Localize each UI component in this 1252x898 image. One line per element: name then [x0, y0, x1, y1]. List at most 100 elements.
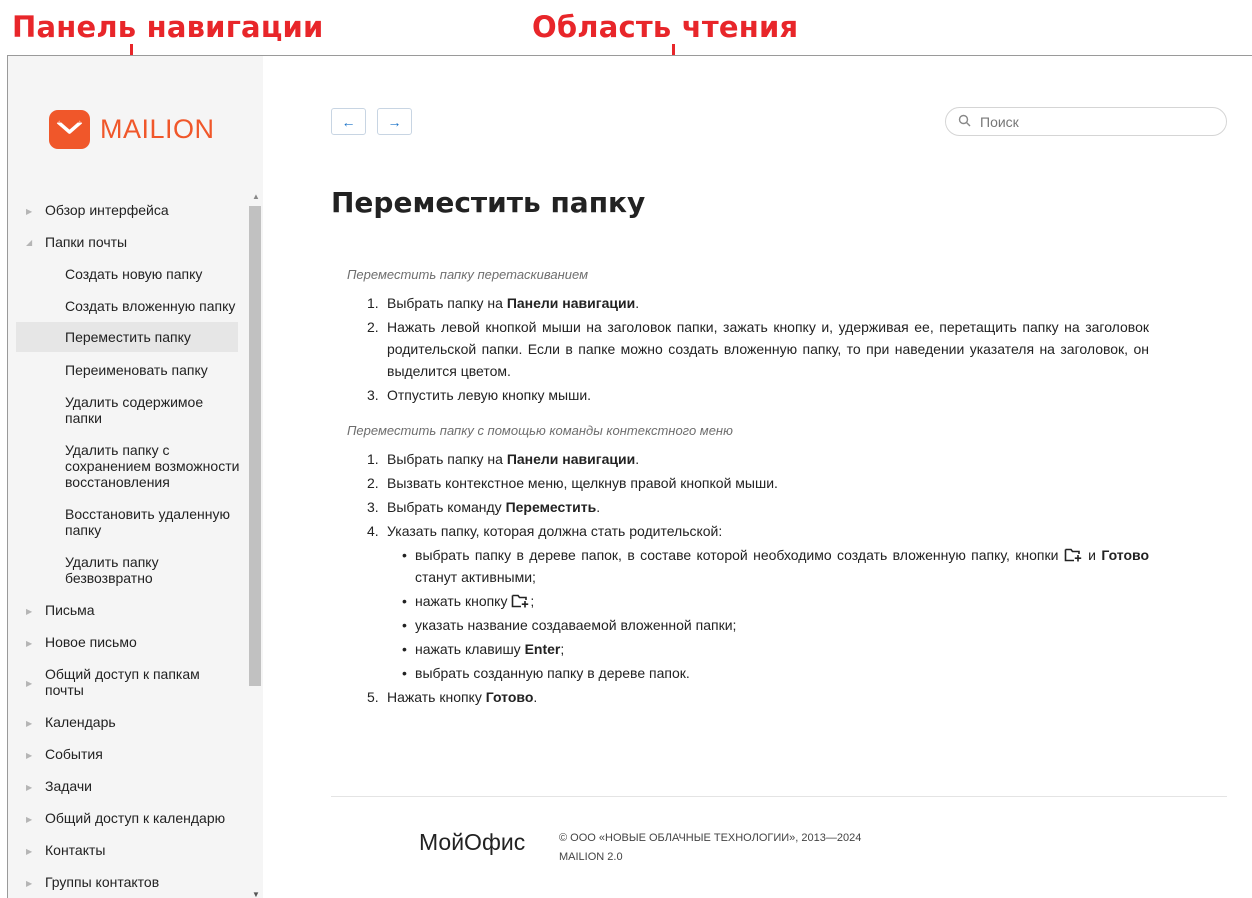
logo-text: MAILION	[100, 114, 215, 144]
nav-item-label: Удалить папку безвозвратно	[65, 554, 159, 586]
search-input[interactable]	[980, 112, 1210, 132]
search-box[interactable]	[945, 107, 1227, 136]
footer-brand-logo[interactable]: МойОфис	[419, 829, 525, 856]
caret-right-icon[interactable]: ▶	[26, 716, 32, 732]
nav-item-label: Календарь	[45, 714, 116, 730]
step-text: Отпустить левую кнопку мыши.	[387, 387, 592, 403]
footer-divider	[331, 796, 1227, 797]
scroll-down-icon[interactable]: ▼	[252, 890, 260, 898]
nav-item-new-letter[interactable]: ▶ Новое письмо	[8, 626, 248, 658]
nav-item-tasks[interactable]: ▶ Задачи	[8, 770, 248, 802]
forward-button[interactable]: →	[377, 108, 412, 135]
nav-item-create-folder[interactable]: Создать новую папку	[8, 258, 248, 290]
navigation-panel: MAILION ▶ Обзор интерфейса ◢ Папки почты…	[8, 56, 263, 898]
step-text: станут активными;	[415, 569, 536, 585]
nav-item-clear-folder[interactable]: Удалить содержимое папки	[8, 386, 248, 434]
nav-item-mail-folders[interactable]: ◢ Папки почты	[8, 226, 248, 258]
sub-list: выбрать папку в дереве папок, в составе …	[387, 544, 1149, 684]
nav-item-create-subfolder[interactable]: Создать вложенную папку	[8, 290, 248, 322]
caret-right-icon[interactable]: ▶	[26, 204, 32, 220]
list-item: 2. Нажать левой кнопкой мыши на заголово…	[347, 316, 1149, 382]
nav-item-label: Папки почты	[45, 234, 128, 250]
caret-right-icon[interactable]: ▶	[26, 780, 32, 796]
list-item: выбрать папку в дереве папок, в составе …	[387, 544, 1149, 588]
nav-item-contacts[interactable]: ▶ Контакты	[8, 834, 248, 866]
nav-item-label: Восстановить удаленную папку	[65, 506, 230, 538]
caret-right-icon[interactable]: ▶	[26, 748, 32, 764]
nav-item-restore-folder[interactable]: Восстановить удаленную папку	[8, 498, 248, 546]
copyright-text: © ООО «НОВЫЕ ОБЛАЧНЫЕ ТЕХНОЛОГИИ», 2013—…	[559, 832, 862, 844]
caret-right-icon[interactable]: ▶	[26, 636, 32, 652]
step-bold: Переместить	[505, 499, 597, 515]
step-bold: Готово	[1101, 547, 1149, 563]
envelope-icon	[49, 110, 90, 149]
nav-item-label: Контакты	[45, 842, 106, 858]
step-text: и	[1082, 547, 1102, 563]
nav-item-contact-groups[interactable]: ▶ Группы контактов	[8, 866, 248, 898]
list-item: 2. Вызвать контекстное меню, щелкнув пра…	[347, 472, 1149, 494]
step-text: .	[635, 451, 640, 467]
nav-item-calendar[interactable]: ▶ Календарь	[8, 706, 248, 738]
sidebar-scrollbar[interactable]: ▲ ▼	[249, 192, 261, 898]
nav-item-label: Общий доступ к папкам почты	[45, 666, 200, 698]
footer-copyright: © ООО «НОВЫЕ ОБЛАЧНЫЕ ТЕХНОЛОГИИ», 2013—…	[559, 829, 861, 867]
nav-item-letters[interactable]: ▶ Письма	[8, 594, 248, 626]
step-text: Выбрать папку на	[387, 451, 507, 467]
article-body: Переместить папку перетаскиванием 1. Выб…	[347, 264, 1149, 710]
step-text: .	[635, 295, 640, 311]
list-item: 3. Выбрать команду Переместить.	[347, 496, 1149, 518]
nav-item-interface-overview[interactable]: ▶ Обзор интерфейса	[8, 194, 248, 226]
nav-item-label: Удалить содержимое папки	[65, 394, 204, 426]
step-text: ;	[560, 641, 565, 657]
nav-item-events[interactable]: ▶ События	[8, 738, 248, 770]
steps-list: 1. Выбрать папку на Панели навигации. 2.…	[347, 448, 1149, 708]
list-item: нажать клавишу Enter;	[387, 638, 1149, 660]
nav-item-delete-recoverable[interactable]: Удалить папку с сохранением возможности …	[8, 434, 248, 498]
step-bold: Готово	[485, 689, 534, 705]
version-text: MAILION 2.0	[559, 851, 623, 863]
caret-right-icon[interactable]: ▶	[26, 876, 32, 892]
step-number: 3.	[367, 387, 379, 403]
search-icon	[958, 114, 971, 127]
step-text: Вызвать контекстное меню, щелкнув правой…	[387, 475, 778, 491]
nav-item-label: Письма	[45, 602, 95, 618]
mailion-logo[interactable]: MAILION	[49, 110, 215, 149]
nav-item-label: Задачи	[45, 778, 93, 794]
list-item: указать название создаваемой вложенной п…	[387, 614, 1149, 636]
step-text: Нажать левой кнопкой мыши на заголовок п…	[387, 319, 1149, 379]
nav-item-folder-sharing[interactable]: ▶ Общий доступ к папкам почты	[8, 658, 248, 706]
reading-area: ← → Переместить папку Переместить папку …	[263, 56, 1252, 898]
caret-right-icon[interactable]: ▶	[26, 676, 32, 692]
nav-item-label: Удалить папку с сохранением возможности …	[65, 442, 240, 490]
caret-right-icon[interactable]: ▶	[26, 844, 32, 860]
annotation-header: Панель навигации Область чтения	[0, 0, 1252, 88]
nav-item-label: Создать вложенную папку	[65, 298, 236, 314]
step-number: 4.	[367, 523, 379, 539]
list-item: 1. Выбрать папку на Панели навигации.	[347, 292, 1149, 314]
page-title: Переместить папку	[331, 186, 646, 219]
annotation-nav-label: Панель навигации	[12, 10, 324, 44]
nav-item-move-folder[interactable]: Переместить папку	[16, 322, 238, 352]
new-folder-icon	[1064, 548, 1082, 562]
step-text: Выбрать команду	[387, 499, 506, 515]
nav-item-delete-permanently[interactable]: Удалить папку безвозвратно	[8, 546, 248, 594]
nav-item-label: События	[45, 746, 103, 762]
scroll-up-icon[interactable]: ▲	[252, 192, 260, 201]
section-heading: Переместить папку перетаскиванием	[347, 267, 589, 282]
scrollbar-thumb[interactable]	[249, 206, 261, 686]
step-number: 2.	[367, 319, 379, 335]
back-button[interactable]: ←	[331, 108, 366, 135]
caret-right-icon[interactable]: ▶	[26, 604, 32, 620]
step-text: ;	[530, 593, 535, 609]
caret-right-icon[interactable]: ▶	[26, 812, 32, 828]
nav-item-label: Обзор интерфейса	[45, 202, 169, 218]
step-text: .	[596, 499, 601, 515]
step-text: нажать клавишу	[415, 641, 525, 657]
steps-list: 1. Выбрать папку на Панели навигации. 2.…	[347, 292, 1149, 406]
nav-item-rename-folder[interactable]: Переименовать папку	[8, 352, 248, 386]
nav-item-label: Группы контактов	[45, 874, 160, 890]
nav-item-calendar-sharing[interactable]: ▶ Общий доступ к календарю	[8, 802, 248, 834]
caret-down-icon[interactable]: ◢	[26, 235, 32, 251]
list-item: 4. Указать папку, которая должна стать р…	[347, 520, 1149, 684]
step-text: .	[533, 689, 538, 705]
